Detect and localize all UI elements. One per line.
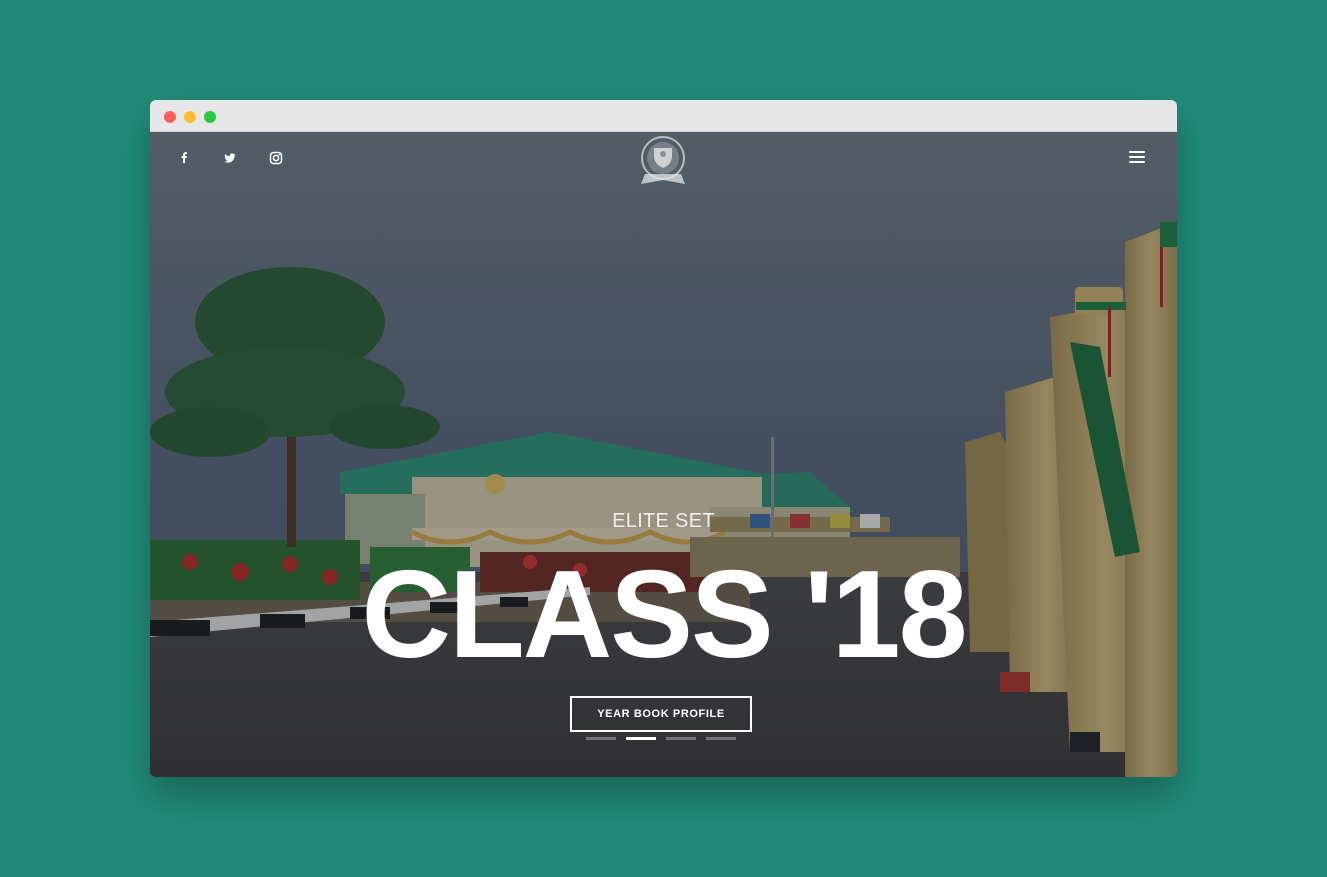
slider-pagination <box>586 737 736 740</box>
hero-subtitle: ELITE SET <box>612 510 715 532</box>
facebook-icon[interactable] <box>176 150 192 166</box>
crest-logo[interactable] <box>637 134 689 190</box>
instagram-icon[interactable] <box>268 150 284 166</box>
twitter-icon[interactable] <box>222 150 238 166</box>
hero-section: ELITE SET CLASS '18 YEAR BOOK PROFILE <box>150 132 1177 777</box>
hamburger-menu-icon[interactable] <box>1129 150 1147 164</box>
social-links <box>176 150 284 166</box>
browser-window: ELITE SET CLASS '18 YEAR BOOK PROFILE <box>150 100 1177 777</box>
close-window-button[interactable] <box>164 111 176 123</box>
hero-title: CLASS '18 <box>361 546 967 684</box>
maximize-window-button[interactable] <box>204 111 216 123</box>
slide-indicator-2[interactable] <box>626 737 656 740</box>
slide-indicator-3[interactable] <box>666 737 696 740</box>
minimize-window-button[interactable] <box>184 111 196 123</box>
year-book-profile-button[interactable]: YEAR BOOK PROFILE <box>570 696 752 732</box>
slide-indicator-4[interactable] <box>706 737 736 740</box>
slide-indicator-1[interactable] <box>586 737 616 740</box>
window-titlebar <box>150 100 1177 132</box>
